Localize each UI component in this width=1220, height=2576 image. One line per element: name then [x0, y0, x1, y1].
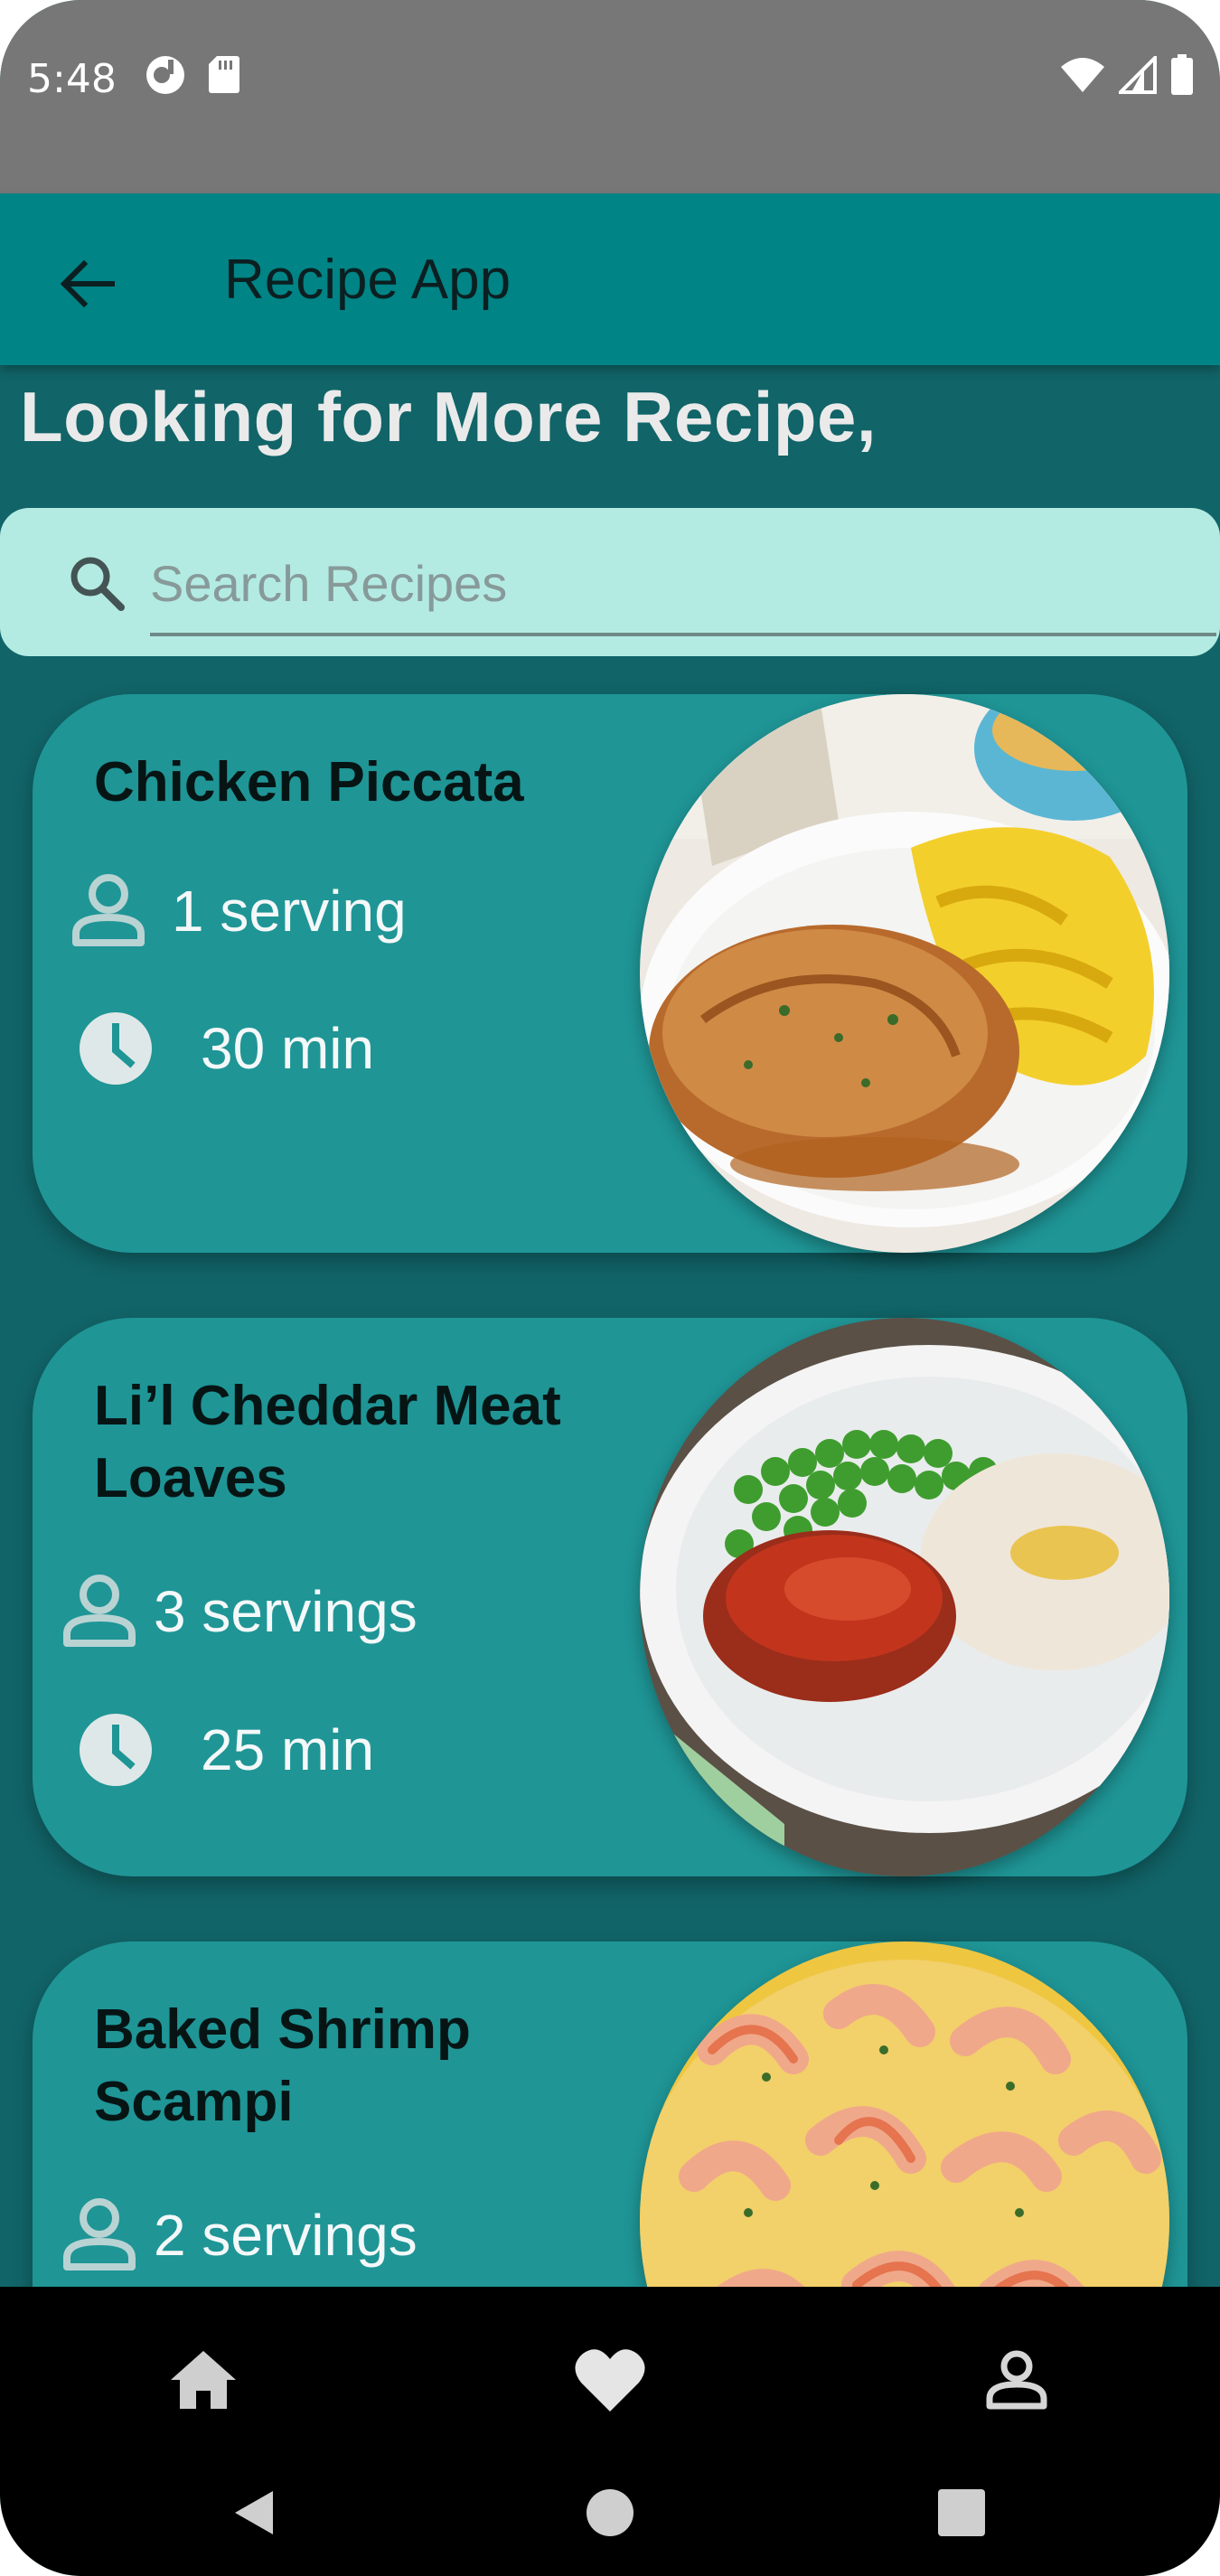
recipe-image: [640, 1941, 1169, 2287]
recents-icon: [938, 2489, 985, 2536]
search-bar[interactable]: [0, 508, 1220, 656]
meatloaf-dish-image: [640, 1318, 1169, 1876]
servings-row: 2 servings: [56, 2195, 418, 2276]
time-text: 25 min: [201, 1717, 375, 1782]
recipe-card-chicken-piccata[interactable]: Chicken Piccata 1 serving 30 min: [33, 694, 1187, 1253]
back-button[interactable]: [51, 248, 123, 320]
sd-card-icon: [209, 56, 239, 93]
privacy-dot-icon: [146, 56, 184, 94]
person-icon: [986, 2350, 1047, 2410]
clock-icon: [80, 1012, 152, 1085]
recipe-card-baked-shrimp-scampi[interactable]: Baked Shrimp Scampi 2 servings: [33, 1941, 1187, 2287]
system-home-button[interactable]: [565, 2468, 655, 2558]
chicken-dish-image: [640, 694, 1169, 1253]
recipe-image: [640, 694, 1169, 1253]
person-icon: [63, 2198, 136, 2270]
status-time: 5:48: [27, 56, 117, 102]
servings-text: 2 servings: [154, 2203, 418, 2268]
bottom-navigation: [0, 2287, 1220, 2576]
recipe-image: [640, 1318, 1169, 1876]
battery-icon: [1171, 54, 1193, 95]
time-row: 25 min: [78, 1712, 374, 1788]
search-icon: [70, 557, 125, 611]
recipe-title: Li’l Cheddar Meat Loaves: [94, 1375, 561, 1509]
wifi-icon: [1061, 58, 1104, 92]
home-circle-icon: [587, 2489, 633, 2536]
search-input[interactable]: [150, 533, 1216, 636]
app-bar: Recipe App: [0, 193, 1220, 365]
back-icon: [235, 2491, 273, 2534]
time-text: 30 min: [201, 1016, 375, 1081]
status-notifications: [145, 54, 240, 96]
servings-text: 3 servings: [154, 1579, 418, 1644]
recipe-title: Chicken Piccata: [94, 751, 524, 813]
person-icon: [63, 1575, 136, 1647]
recipe-card-cheddar-meat-loaves[interactable]: Li’l Cheddar Meat Loaves 3 servings 25 m…: [33, 1318, 1187, 1876]
status-bar: 5:48: [0, 0, 1220, 193]
shrimp-dish-image: [640, 1941, 1169, 2287]
nav-profile-button[interactable]: [967, 2330, 1066, 2430]
phone-screen: 5:48 Recipe App Looking for More Recipe,…: [0, 0, 1220, 2576]
clock-icon: [80, 1714, 152, 1786]
recipe-list[interactable]: Chicken Piccata 1 serving 30 min Li’l Ch…: [0, 669, 1220, 2287]
servings-row: 3 servings: [56, 1571, 418, 1652]
home-icon: [171, 2351, 236, 2409]
cell-signal-icon: [1119, 56, 1157, 94]
greeting-heading: Looking for More Recipe,: [20, 377, 877, 456]
servings-text: 1 serving: [172, 879, 407, 944]
arrow-back-icon: [60, 259, 115, 308]
app-title: Recipe App: [224, 249, 511, 311]
nav-favorites-button[interactable]: [560, 2330, 660, 2430]
status-system-icons: [1059, 54, 1195, 96]
heart-icon: [575, 2349, 645, 2411]
system-recents-button[interactable]: [916, 2468, 1007, 2558]
time-row: 30 min: [78, 1011, 374, 1086]
person-icon: [72, 874, 145, 946]
recipe-title: Baked Shrimp Scampi: [94, 1998, 471, 2133]
servings-row: 1 serving: [65, 870, 407, 952]
nav-home-button[interactable]: [154, 2330, 253, 2430]
system-back-button[interactable]: [210, 2468, 300, 2558]
